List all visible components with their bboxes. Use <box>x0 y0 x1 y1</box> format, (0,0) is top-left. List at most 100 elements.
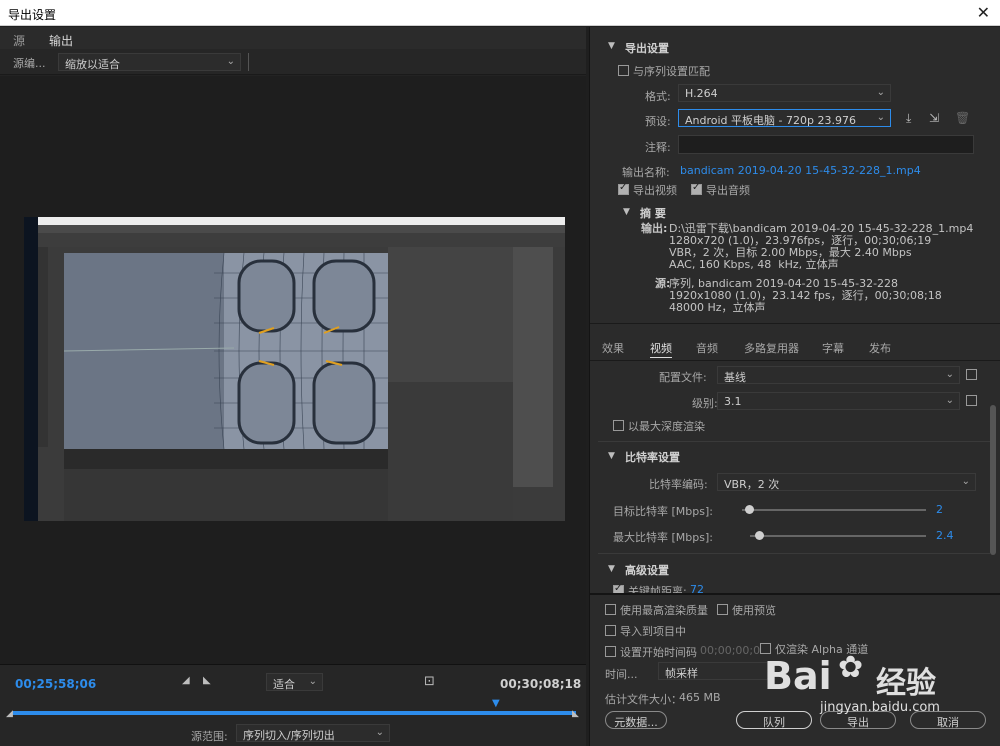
target-bitrate-value[interactable]: 2 <box>936 503 943 516</box>
fit-value: 适合 <box>273 678 295 691</box>
title-bar: 导出设置 ✕ <box>0 0 1000 26</box>
preview-coordinates <box>64 469 388 521</box>
target-bitrate-slider[interactable] <box>742 509 926 511</box>
aspect-ratio-icon[interactable]: ⊡ <box>424 674 435 689</box>
watermark-brand-cn: 经验 <box>876 666 936 701</box>
close-icon[interactable]: ✕ <box>977 3 990 22</box>
est-size-label: 估计文件大小： <box>605 693 682 706</box>
chevron-down-icon: ⌄ <box>961 476 970 487</box>
max-render-quality-checkbox[interactable] <box>605 604 616 615</box>
preview-menubar <box>38 225 565 233</box>
scrub-bar[interactable] <box>12 711 576 715</box>
collapse-icon[interactable]: ▼ <box>608 41 615 51</box>
target-bitrate-knob[interactable] <box>745 505 755 514</box>
comment-input[interactable] <box>678 135 974 154</box>
start-tc-value: 00;00;00;00 <box>700 644 768 657</box>
delete-preset-icon[interactable]: 🗑 <box>955 111 970 125</box>
import-project-label: 导入到项目中 <box>620 625 686 638</box>
format-value: H.264 <box>685 87 718 100</box>
import-project-checkbox[interactable] <box>605 625 616 636</box>
chevron-down-icon: ⌄ <box>876 112 885 123</box>
collapse-icon[interactable]: ▼ <box>623 207 630 217</box>
time-interp-dropdown[interactable]: 帧采样 <box>658 662 768 680</box>
summary-output-text: D:\迅雷下载\bandicam 2019-04-20 15-45-32-228… <box>669 222 974 271</box>
tab-multiplexer[interactable]: 多路复用器 <box>744 340 799 356</box>
summary-source-text: 序列, bandicam 2019-04-20 15-45-32-228 192… <box>669 277 942 314</box>
source-scale-dropdown[interactable]: 缩放以适合 ⌄ <box>58 53 241 71</box>
source-range-dropdown[interactable]: 序列切入/序列切出 ⌄ <box>236 724 390 742</box>
set-start-tc-checkbox[interactable] <box>605 646 616 657</box>
divider <box>248 53 249 71</box>
level-checkbox[interactable] <box>966 395 977 406</box>
source-range-value: 序列切入/序列切出 <box>243 729 335 742</box>
tab-video[interactable]: 视频 <box>650 340 672 358</box>
preset-dropdown[interactable]: Android 平板电脑 - 720p 23.976 ⌄ <box>678 109 891 127</box>
divider <box>598 553 990 554</box>
bitrate-encoding-value: VBR，2 次 <box>724 478 780 491</box>
range-in-handle-icon[interactable]: ◢ <box>6 709 13 719</box>
source-scale-value: 缩放以适合 <box>65 58 120 71</box>
max-bitrate-label: 最大比特率 [Mbps]: <box>613 531 713 544</box>
level-dropdown[interactable]: 3.1 ⌄ <box>717 392 960 410</box>
format-dropdown[interactable]: H.264 ⌄ <box>678 84 891 102</box>
bitrate-title: 比特率设置 <box>625 451 680 464</box>
chevron-down-icon: ⌄ <box>375 727 384 738</box>
import-preset-icon[interactable]: ⇲ <box>929 111 939 125</box>
collapse-icon[interactable]: ▼ <box>608 451 615 461</box>
bitrate-encoding-dropdown[interactable]: VBR，2 次 ⌄ <box>717 473 976 491</box>
max-bitrate-slider[interactable] <box>750 535 926 537</box>
preview-frame <box>24 217 565 521</box>
source-range-label: 源范围: <box>191 730 228 743</box>
preview-right-column <box>513 247 553 487</box>
range-out-handle-icon[interactable]: ◣ <box>572 709 579 719</box>
profile-dropdown[interactable]: 基线 ⌄ <box>717 366 960 384</box>
save-preset-icon[interactable]: ⤓ <box>906 111 911 126</box>
collapse-icon[interactable]: ▼ <box>608 564 615 574</box>
export-audio-checkbox[interactable] <box>691 182 702 195</box>
keyframe-checkbox[interactable] <box>613 583 624 593</box>
bitrate-encoding-label: 比特率编码: <box>649 478 708 491</box>
paw-icon: ✿ <box>838 650 864 685</box>
keyframe-value[interactable]: 72 <box>690 583 704 593</box>
fit-dropdown[interactable]: 适合 ⌄ <box>266 673 323 691</box>
export-video-checkbox[interactable] <box>618 182 629 195</box>
summary-output-label: 输出: <box>641 222 668 235</box>
output-name-link[interactable]: bandicam 2019-04-20 15-45-32-228_1.mp4 <box>680 164 921 177</box>
max-render-quality-label: 使用最高渲染质量 <box>620 604 708 617</box>
source-scale-row: 源编... 缩放以适合 ⌄ <box>0 49 586 75</box>
profile-value: 基线 <box>724 371 746 384</box>
preview-toolbar <box>38 233 565 247</box>
mark-in-icon[interactable]: ◢ <box>182 675 190 686</box>
tab-effects[interactable]: 效果 <box>602 340 624 356</box>
playback-controls: 00;25;58;06 ◢ ◣ 适合 ⌄ ⊡ 00;30;08;18 ▼ ◢ ◣… <box>0 664 586 746</box>
source-output-tabs: 源 输出 <box>0 27 586 51</box>
output-name-label: 输出名称: <box>622 166 670 179</box>
time-interp-value: 帧采样 <box>665 667 698 680</box>
time-interp-label: 时间... <box>605 668 638 681</box>
match-sequence-checkbox[interactable] <box>618 65 629 76</box>
tab-audio[interactable]: 音频 <box>696 340 718 356</box>
preview-taskbar <box>24 217 38 521</box>
mark-out-icon[interactable]: ◣ <box>203 675 211 686</box>
set-start-tc-label: 设置开始时间码 <box>620 646 697 659</box>
export-audio-label: 导出音频 <box>706 184 750 197</box>
max-depth-checkbox[interactable] <box>613 420 624 431</box>
settings-tabs: 效果 视频 音频 多路复用器 字幕 发布 <box>590 340 1000 360</box>
timecode-in[interactable]: 00;25;58;06 <box>15 677 96 691</box>
preset-value: Android 平板电脑 - 720p 23.976 <box>685 114 856 127</box>
chevron-down-icon: ⌄ <box>876 87 885 98</box>
tab-source[interactable]: 源 <box>13 32 25 49</box>
export-settings-title: 导出设置 <box>625 42 669 55</box>
format-label: 格式: <box>645 90 671 103</box>
tab-captions[interactable]: 字幕 <box>822 340 844 356</box>
use-preview-checkbox[interactable] <box>717 604 728 615</box>
max-bitrate-value[interactable]: 2.4 <box>936 529 954 542</box>
max-bitrate-knob[interactable] <box>754 531 764 540</box>
scrollbar[interactable] <box>990 405 996 555</box>
playhead-icon[interactable]: ▼ <box>492 698 502 710</box>
metadata-button[interactable]: 元数据... <box>605 711 667 729</box>
profile-checkbox[interactable] <box>966 369 977 380</box>
est-size-value: 465 MB <box>679 691 721 704</box>
level-label: 级别: <box>692 397 718 410</box>
tab-publish[interactable]: 发布 <box>869 340 891 356</box>
